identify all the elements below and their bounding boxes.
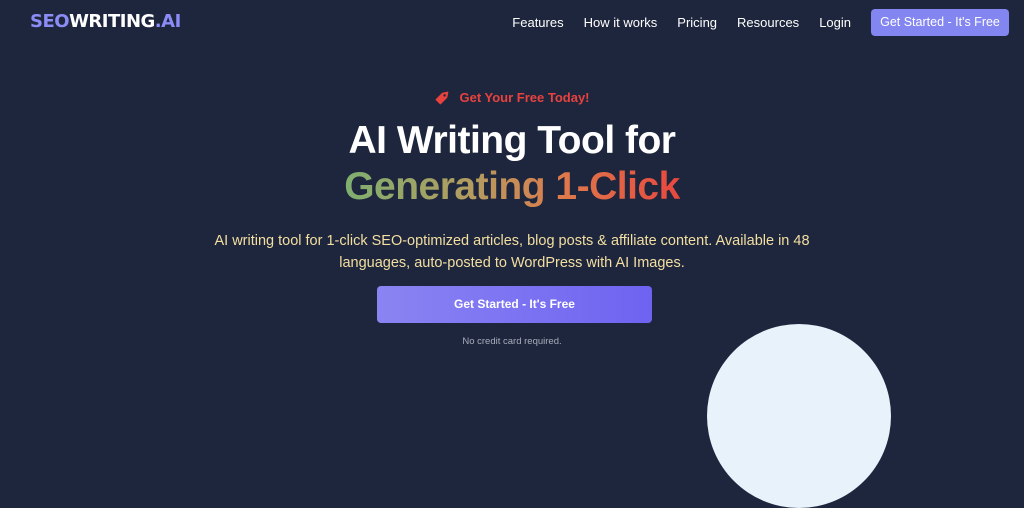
nav-pricing[interactable]: Pricing (677, 15, 717, 31)
logo-ai: .AI (154, 11, 181, 32)
hero-headline: AI Writing Tool for Generating 1-Click (0, 118, 1024, 210)
no-credit-card-note: No credit card required. (462, 336, 562, 347)
headline-line-1: AI Writing Tool for (348, 119, 677, 162)
hero-subtitle: AI writing tool for 1-click SEO-optimize… (0, 230, 1024, 274)
nav-features[interactable]: Features (512, 15, 563, 31)
header-get-started-button[interactable]: Get Started - It's Free (871, 9, 1009, 36)
decorative-circle (707, 324, 891, 508)
logo[interactable]: SEOWRITING.AI (30, 12, 181, 32)
headline-line-2: Generating 1-Click (344, 165, 680, 208)
promo-text: Get Your Free Today! (459, 90, 590, 105)
logo-writing: WRITING (69, 11, 155, 32)
logo-seo: SEO (30, 11, 70, 32)
nav-login[interactable]: Login (819, 15, 851, 31)
price-tag-icon (434, 88, 452, 111)
top-nav: SEOWRITING.AI Features How it works Pric… (0, 0, 1024, 46)
subtitle-line-2: languages, auto-posted to WordPress with… (339, 255, 685, 271)
promo-line: Get Your Free Today! (0, 88, 1024, 111)
nav-links: Features How it works Pricing Resources … (512, 15, 851, 31)
nav-resources[interactable]: Resources (737, 15, 799, 31)
hero-get-started-button[interactable]: Get Started - It's Free (377, 286, 652, 323)
subtitle-line-1: AI writing tool for 1-click SEO-optimize… (214, 233, 810, 249)
nav-how-it-works[interactable]: How it works (584, 15, 658, 31)
